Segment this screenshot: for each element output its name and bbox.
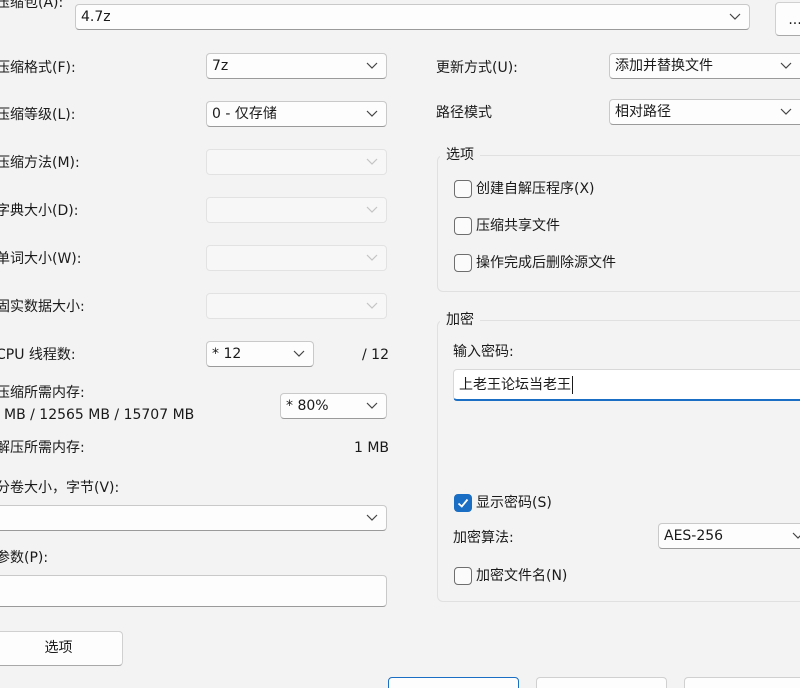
archive-label: 压缩包(A): (0, 0, 64, 11)
word-select[interactable] (206, 245, 387, 271)
ok-button[interactable] (388, 677, 519, 688)
volume-label: 分卷大小，字节(V): (0, 480, 120, 496)
sfx-label[interactable]: 创建自解压程序(X) (476, 180, 595, 198)
update-select[interactable]: 添加并替换文件 (609, 53, 800, 79)
chevron-down-icon (792, 532, 800, 540)
encrypt-names-checkbox[interactable] (454, 567, 472, 585)
params-input[interactable] (0, 575, 387, 607)
level-label: 压缩等级(L): (0, 107, 76, 123)
word-label: 单词大小(W): (0, 251, 82, 267)
encryption-method-label: 加密算法: (453, 530, 514, 546)
show-password-label[interactable]: 显示密码(S) (476, 494, 552, 512)
chevron-down-icon (366, 158, 378, 166)
params-label: 参数(P): (0, 550, 49, 566)
encryption-group-title: 加密 (440, 311, 480, 329)
memory-value: * 80% (286, 398, 329, 414)
path-label: 路径模式 (436, 105, 492, 121)
encrypt-names-label[interactable]: 加密文件名(N) (476, 567, 567, 585)
update-label: 更新方式(U): (436, 60, 518, 76)
cancel-button[interactable] (536, 677, 667, 688)
delete-source-checkbox[interactable] (454, 254, 472, 272)
threads-select[interactable]: * 12 (206, 341, 314, 367)
solid-label: 固实数据大小: (0, 299, 85, 315)
archive-path-value: 4.7z (81, 9, 111, 25)
help-button[interactable] (684, 677, 800, 688)
threads-label: CPU 线程数: (0, 347, 76, 363)
encryption-method-value: AES-256 (664, 528, 724, 544)
chevron-down-icon (293, 350, 305, 358)
shared-files-checkbox[interactable] (454, 217, 472, 235)
update-value: 添加并替换文件 (615, 58, 713, 74)
show-password-checkbox[interactable] (454, 494, 472, 512)
chevron-down-icon (366, 110, 378, 118)
chevron-down-icon (729, 13, 741, 21)
path-value: 相对路径 (615, 104, 671, 120)
dict-select[interactable] (206, 197, 387, 223)
chevron-down-icon (780, 108, 792, 116)
password-label: 输入密码: (453, 344, 514, 360)
chevron-down-icon (780, 62, 792, 70)
memory-select[interactable]: * 80% (280, 393, 387, 419)
chevron-down-icon (366, 302, 378, 310)
chevron-down-icon (366, 402, 378, 410)
decompress-label: 解压所需内存: (0, 440, 85, 456)
chevron-down-icon (366, 254, 378, 262)
volume-combo[interactable] (0, 505, 387, 531)
delete-source-label[interactable]: 操作完成后删除源文件 (476, 254, 616, 272)
method-label: 压缩方法(M): (0, 155, 80, 171)
text-caret (572, 376, 573, 394)
chevron-down-icon (366, 62, 378, 70)
level-select[interactable]: 0 - 仅存储 (206, 101, 387, 127)
method-select[interactable] (206, 149, 387, 175)
options-button[interactable]: 选项 (0, 631, 123, 666)
path-select[interactable]: 相对路径 (609, 99, 800, 125)
dict-label: 字典大小(D): (0, 203, 79, 219)
chevron-down-icon (366, 206, 378, 214)
password-value: 上老王论坛当老王 (459, 377, 571, 393)
memory-label: 压缩所需内存: (0, 385, 85, 401)
options-group-title: 选项 (440, 146, 480, 164)
threads-value: * 12 (212, 346, 242, 362)
sfx-checkbox[interactable] (454, 180, 472, 198)
format-label: 压缩格式(F): (0, 60, 76, 76)
encryption-group (437, 320, 800, 602)
checkmark-icon (457, 498, 469, 508)
format-select[interactable]: 7z (206, 53, 387, 79)
decompress-value: 1 MB (354, 440, 390, 456)
memory-detail: MB / 12565 MB / 15707 MB (4, 407, 195, 423)
password-input[interactable]: 上老王论坛当老王 (453, 369, 800, 401)
shared-files-label[interactable]: 压缩共享文件 (476, 217, 560, 235)
browse-button[interactable]: ... (775, 2, 800, 36)
threads-max: / 12 (362, 347, 389, 363)
level-value: 0 - 仅存储 (212, 106, 277, 122)
archive-path-combo[interactable]: 4.7z (75, 4, 750, 30)
format-value: 7z (212, 58, 229, 74)
solid-select[interactable] (206, 293, 387, 319)
encryption-method-select[interactable]: AES-256 (658, 523, 800, 549)
chevron-down-icon (366, 514, 378, 522)
